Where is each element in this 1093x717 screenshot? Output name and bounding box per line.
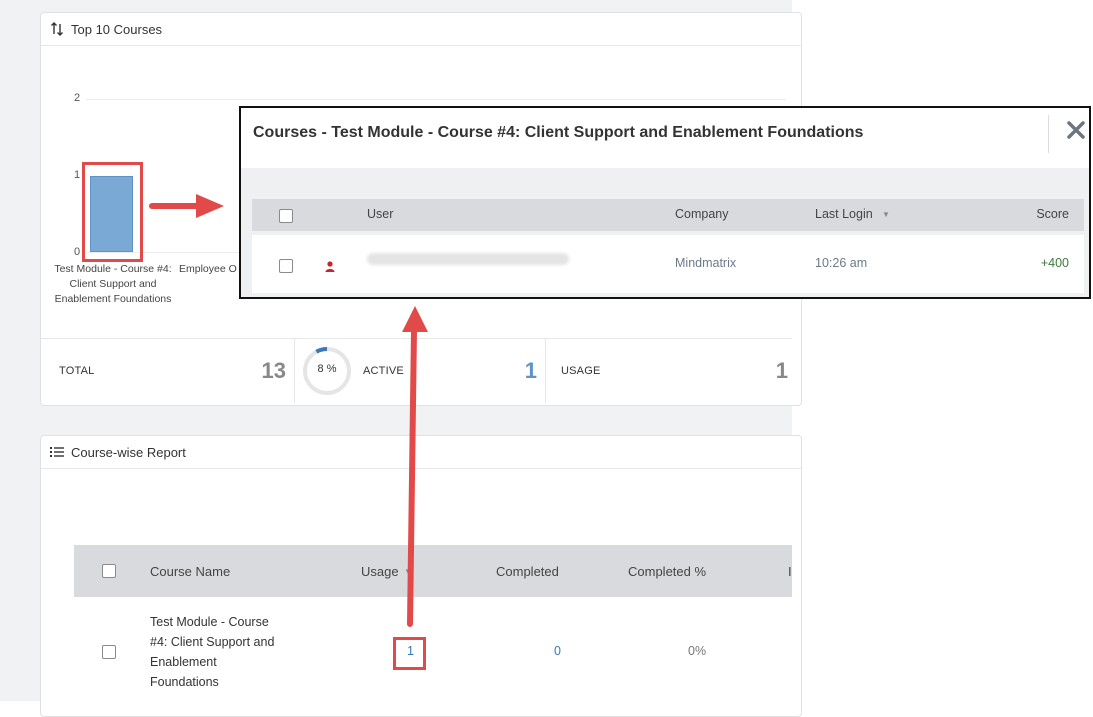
- modal-table-row: Mindmatrix 10:26 am +400: [252, 235, 1084, 293]
- modal-body: User Company Last Login ▼ Score Mindmatr…: [241, 168, 1089, 297]
- stat-total: TOTAL 13: [41, 338, 295, 403]
- table-row: Test Module - Course #4: Client Support …: [74, 600, 792, 701]
- total-label: TOTAL: [59, 365, 95, 377]
- course-table-header: Course Name Usage ▼ Completed Completed …: [74, 545, 792, 597]
- modal-col-company[interactable]: Company: [675, 207, 729, 221]
- modal-row-checkbox[interactable]: [279, 259, 293, 273]
- close-icon[interactable]: [1065, 119, 1089, 143]
- courses-modal: Courses - Test Module - Course #4: Clien…: [239, 106, 1091, 299]
- usage-highlight-box: [393, 637, 426, 670]
- select-all-checkbox[interactable]: [102, 564, 116, 578]
- stat-usage: USAGE 1: [546, 338, 792, 403]
- list-icon: [49, 444, 65, 460]
- modal-title: Courses - Test Module - Course #4: Clien…: [253, 124, 864, 141]
- user-icon: [325, 259, 335, 277]
- y-tick-0: 0: [74, 246, 81, 258]
- active-label: ACTIVE: [363, 365, 404, 377]
- col-completed-pct[interactable]: Completed %: [628, 564, 706, 579]
- modal-row-company: Mindmatrix: [675, 256, 737, 270]
- bar-label-2: Employee O: [179, 263, 237, 275]
- usage-label: USAGE: [561, 365, 601, 377]
- course-report-header: Course-wise Report: [41, 436, 801, 469]
- active-value: 1: [524, 358, 537, 383]
- row-completed-pct: 0%: [688, 644, 707, 658]
- modal-row-last-login: 10:26 am: [815, 256, 868, 270]
- top-courses-title: Top 10 Courses: [71, 21, 163, 37]
- gridline-top: [86, 99, 786, 100]
- col-partial[interactable]: I: [788, 564, 792, 579]
- stat-active: 8 % ACTIVE 1: [295, 338, 546, 403]
- usage-value: 1: [775, 358, 788, 383]
- row-course-name[interactable]: Test Module - Course #4: Client Support …: [150, 612, 282, 692]
- course-report-title: Course-wise Report: [71, 444, 186, 460]
- col-completed[interactable]: Completed: [496, 564, 559, 579]
- modal-col-user[interactable]: User: [367, 207, 393, 221]
- modal-header-divider: [1048, 115, 1049, 153]
- last-login-sort-icon: ▼: [882, 210, 890, 219]
- active-percent-ring: 8 %: [303, 347, 351, 395]
- modal-row-user-email[interactable]: [367, 253, 569, 265]
- modal-select-all-checkbox[interactable]: [279, 209, 293, 223]
- sort-icon: [49, 21, 65, 37]
- y-tick-2: 2: [74, 92, 81, 104]
- col-course-name[interactable]: Course Name: [150, 564, 230, 579]
- percent-value: 8 %: [317, 363, 337, 375]
- modal-col-score[interactable]: Score: [1036, 207, 1069, 221]
- modal-col-last-login[interactable]: Last Login: [815, 207, 873, 221]
- y-tick-1: 1: [74, 169, 81, 181]
- col-usage[interactable]: Usage: [361, 564, 399, 579]
- bar-highlight-box: [82, 162, 143, 262]
- row-checkbox[interactable]: [102, 645, 116, 659]
- modal-row-score: +400: [1040, 256, 1069, 270]
- modal-table-header: User Company Last Login ▼ Score: [252, 199, 1084, 231]
- row-completed-link[interactable]: 0: [554, 644, 561, 658]
- total-value: 13: [261, 358, 286, 383]
- bar-label-1: Test Module - Course #4: Client Support …: [54, 263, 172, 305]
- top-courses-header: Top 10 Courses: [41, 13, 801, 46]
- usage-sort-icon: ▼: [404, 566, 412, 576]
